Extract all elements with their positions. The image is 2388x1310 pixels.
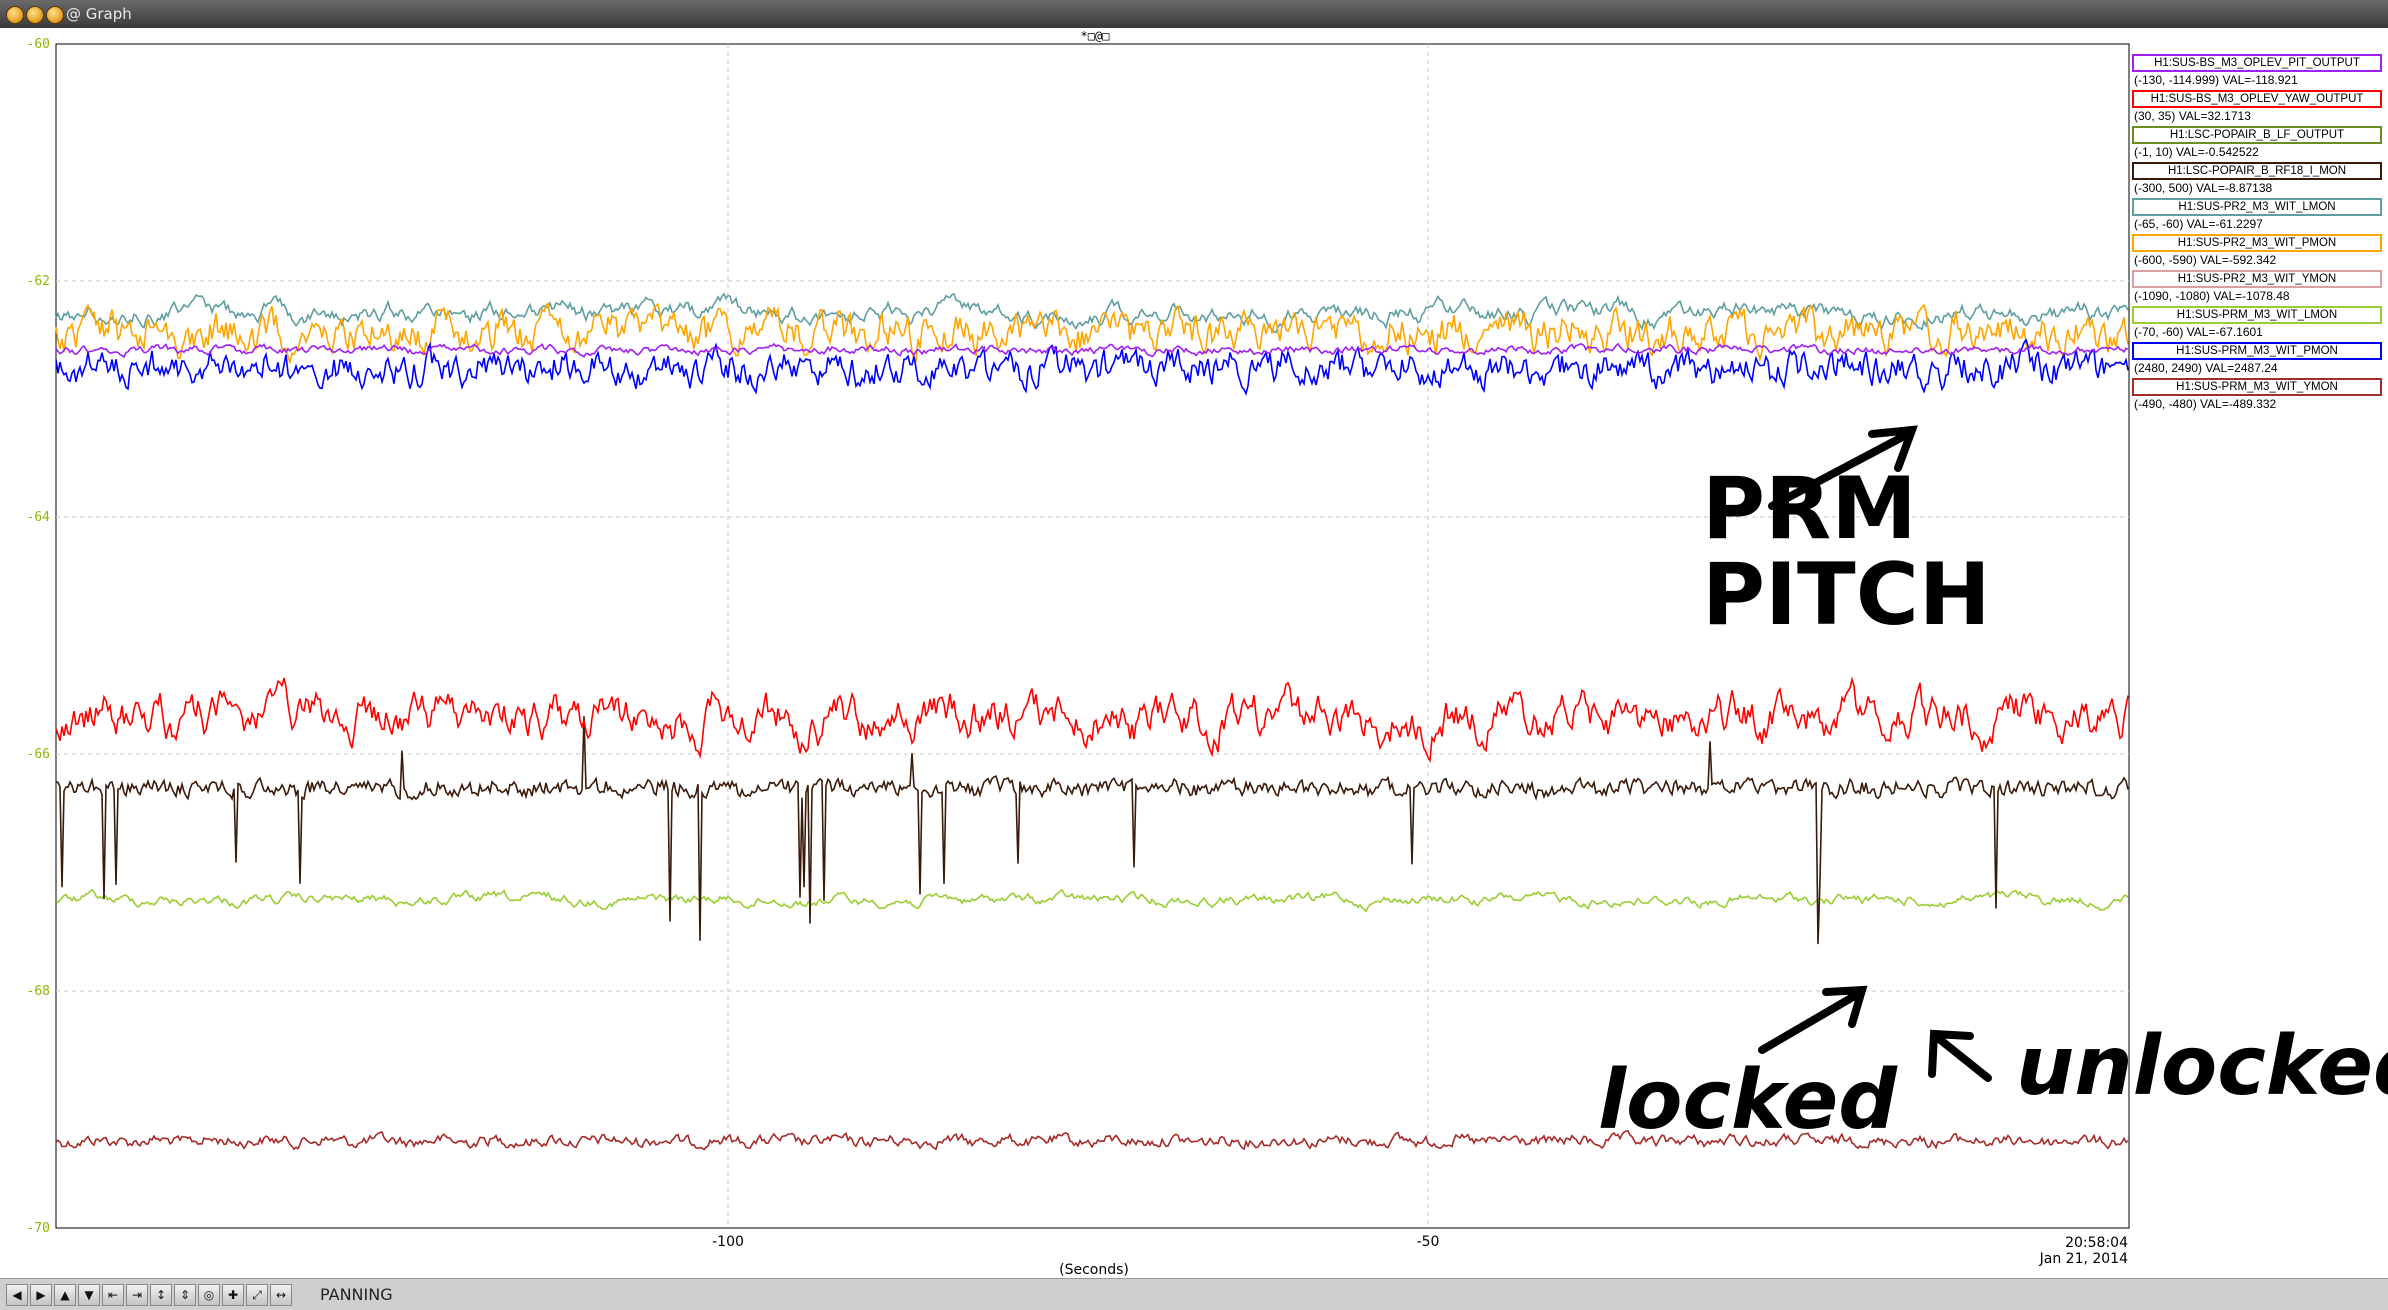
center-button[interactable]: ◎ xyxy=(198,1284,220,1306)
trace-line xyxy=(55,716,2129,945)
legend-channel-value: (-130, -114.999) VAL=-118.921 xyxy=(2134,73,2298,87)
legend-entry[interactable]: H1:SUS-BS_M3_OPLEV_YAW_OUTPUT (30, 35) VA… xyxy=(2132,90,2382,124)
annotation-locked: locked xyxy=(1598,1053,1898,1148)
zoom-x-out-button[interactable]: ⇥ xyxy=(126,1284,148,1306)
y-tick-label: -64 xyxy=(27,510,51,525)
annotation-unlocked: unlocked xyxy=(2016,1019,2388,1114)
strip-chart-plot-area[interactable]: -60 -62 -64 -66 -68 -70 -100 -50 (Seconds) 20… xyxy=(0,28,2388,1278)
legend-entry[interactable]: H1:SUS-PR2_M3_WIT_LMON (-65, -60) VAL=-61… xyxy=(2132,198,2382,232)
zoom-x-in-button[interactable]: ⇤ xyxy=(102,1284,124,1306)
legend-channel-name: H1:LSC-POPAIR_B_LF_OUTPUT xyxy=(2132,126,2382,144)
zoom-y-out-button[interactable]: ⇕ xyxy=(174,1284,196,1306)
autoscale-button[interactable]: ⤢ xyxy=(246,1284,268,1306)
legend-channel-value: (-65, -60) VAL=-61.2297 xyxy=(2134,217,2263,231)
legend-channel-value: (-490, -480) VAL=-489.332 xyxy=(2134,397,2277,411)
minimize-window-button[interactable] xyxy=(26,6,44,24)
legend-entry[interactable]: H1:SUS-PR2_M3_WIT_YMON (-1090, -1080) VAL… xyxy=(2132,270,2382,304)
legend-channel-value: (30, 35) VAL=32.1713 xyxy=(2134,109,2251,123)
trace-line xyxy=(55,342,2129,359)
y-tick-label: -68 xyxy=(27,984,50,999)
title-glyphs: *□@□ xyxy=(1081,29,1110,43)
close-window-button[interactable] xyxy=(6,6,24,24)
window-titlebar: @ Graph xyxy=(0,0,2388,28)
scroll-down-button[interactable]: ▼ xyxy=(78,1284,100,1306)
legend-entry[interactable]: H1:LSC-POPAIR_B_LF_OUTPUT (-1, 10) VAL=-0… xyxy=(2132,126,2382,160)
legend-channel-name: H1:SUS-BS_M3_OPLEV_YAW_OUTPUT xyxy=(2132,90,2382,108)
legend-entry[interactable]: H1:LSC-POPAIR_B_RF18_I_MON (-300, 500) VA… xyxy=(2132,162,2382,196)
x-tick-label: -100 xyxy=(712,1234,744,1250)
legend-channel-name: H1:SUS-PRM_M3_WIT_LMON xyxy=(2132,306,2382,324)
arrow-icon xyxy=(1928,1029,1992,1082)
legend-channel-value: (-70, -60) VAL=-67.1601 xyxy=(2134,325,2263,339)
legend-channel-name: H1:SUS-PRM_M3_WIT_YMON xyxy=(2132,378,2382,396)
annotation-pitch: PITCH xyxy=(1702,545,1991,645)
arrow-icon xyxy=(1758,985,1868,1054)
window-title: @ Graph xyxy=(66,5,132,23)
legend-entry[interactable]: H1:SUS-PRM_M3_WIT_LMON (-70, -60) VAL=-67… xyxy=(2132,306,2382,340)
annotation-prm: PRM xyxy=(1702,459,1917,559)
trace-line xyxy=(55,676,2129,763)
scroll-left-button[interactable]: ◀ xyxy=(6,1284,28,1306)
y-tick-label: -66 xyxy=(27,747,50,762)
toolbar: ◀ ▶ ▲ ▼ ⇤ ⇥ ↕ ⇕ ◎ ✚ ⤢ ↔ PANNING xyxy=(0,1278,2388,1310)
pan-button[interactable]: ↔ xyxy=(270,1284,292,1306)
y-tick-label: -60 xyxy=(27,37,50,52)
legend-channel-name: H1:SUS-BS_M3_OPLEV_PIT_OUTPUT xyxy=(2132,54,2382,72)
legend-channel-name: H1:SUS-PR2_M3_WIT_LMON xyxy=(2132,198,2382,216)
handwritten-annotations: PRM PITCH locked unlocked xyxy=(1598,425,2388,1148)
legend-channel-value: (2480, 2490) VAL=2487.24 xyxy=(2134,361,2278,375)
strip-chart[interactable]: -60 -62 -64 -66 -68 -70 -100 -50 (Seconds) 20… xyxy=(0,28,2388,1278)
x-tick-label: -50 xyxy=(1417,1234,1440,1250)
legend-channel-name: H1:SUS-PR2_M3_WIT_YMON xyxy=(2132,270,2382,288)
legend-channel-value: (-600, -590) VAL=-592.342 xyxy=(2134,253,2277,267)
y-axis: -60 -62 -64 -66 -68 -70 xyxy=(27,37,51,1236)
y-tick-label: -62 xyxy=(27,274,50,289)
add-plot-button[interactable]: ✚ xyxy=(222,1284,244,1306)
legend-channel-name: H1:SUS-PRM_M3_WIT_PMON xyxy=(2132,342,2382,360)
scroll-up-button[interactable]: ▲ xyxy=(54,1284,76,1306)
legend-channel-value: (-1, 10) VAL=-0.542522 xyxy=(2134,145,2259,159)
x-axis-end-date: Jan 21, 2014 xyxy=(2039,1251,2128,1267)
legend-entry[interactable]: H1:SUS-PR2_M3_WIT_PMON (-600, -590) VAL=-… xyxy=(2132,234,2382,268)
legend-entry[interactable]: H1:SUS-BS_M3_OPLEV_PIT_OUTPUT (-130, -114… xyxy=(2132,54,2382,88)
legend-channel-name: H1:LSC-POPAIR_B_RF18_I_MON xyxy=(2132,162,2382,180)
legend-entry[interactable]: H1:SUS-PRM_M3_WIT_YMON (-490, -480) VAL=-… xyxy=(2132,378,2382,412)
legend-channel-value: (-1090, -1080) VAL=-1078.48 xyxy=(2134,289,2290,303)
legend-channel-name: H1:SUS-PR2_M3_WIT_PMON xyxy=(2132,234,2382,252)
scroll-right-button[interactable]: ▶ xyxy=(30,1284,52,1306)
maximize-window-button[interactable] xyxy=(46,6,64,24)
legend-channel-value: (-300, 500) VAL=-8.87138 xyxy=(2134,181,2273,195)
legend: H1:SUS-BS_M3_OPLEV_PIT_OUTPUT (-130, -114… xyxy=(2132,54,2382,414)
mode-status: PANNING xyxy=(320,1285,393,1304)
x-axis-end-time: 20:58:04 xyxy=(2065,1235,2128,1251)
y-tick-label: -70 xyxy=(27,1221,50,1236)
zoom-y-in-button[interactable]: ↕ xyxy=(150,1284,172,1306)
x-axis-label: (Seconds) xyxy=(1059,1262,1129,1278)
x-axis: -100 -50 (Seconds) 20:58:04 Jan 21, 2014 xyxy=(712,1234,2128,1278)
legend-entry[interactable]: H1:SUS-PRM_M3_WIT_PMON (2480, 2490) VAL=2… xyxy=(2132,342,2382,376)
